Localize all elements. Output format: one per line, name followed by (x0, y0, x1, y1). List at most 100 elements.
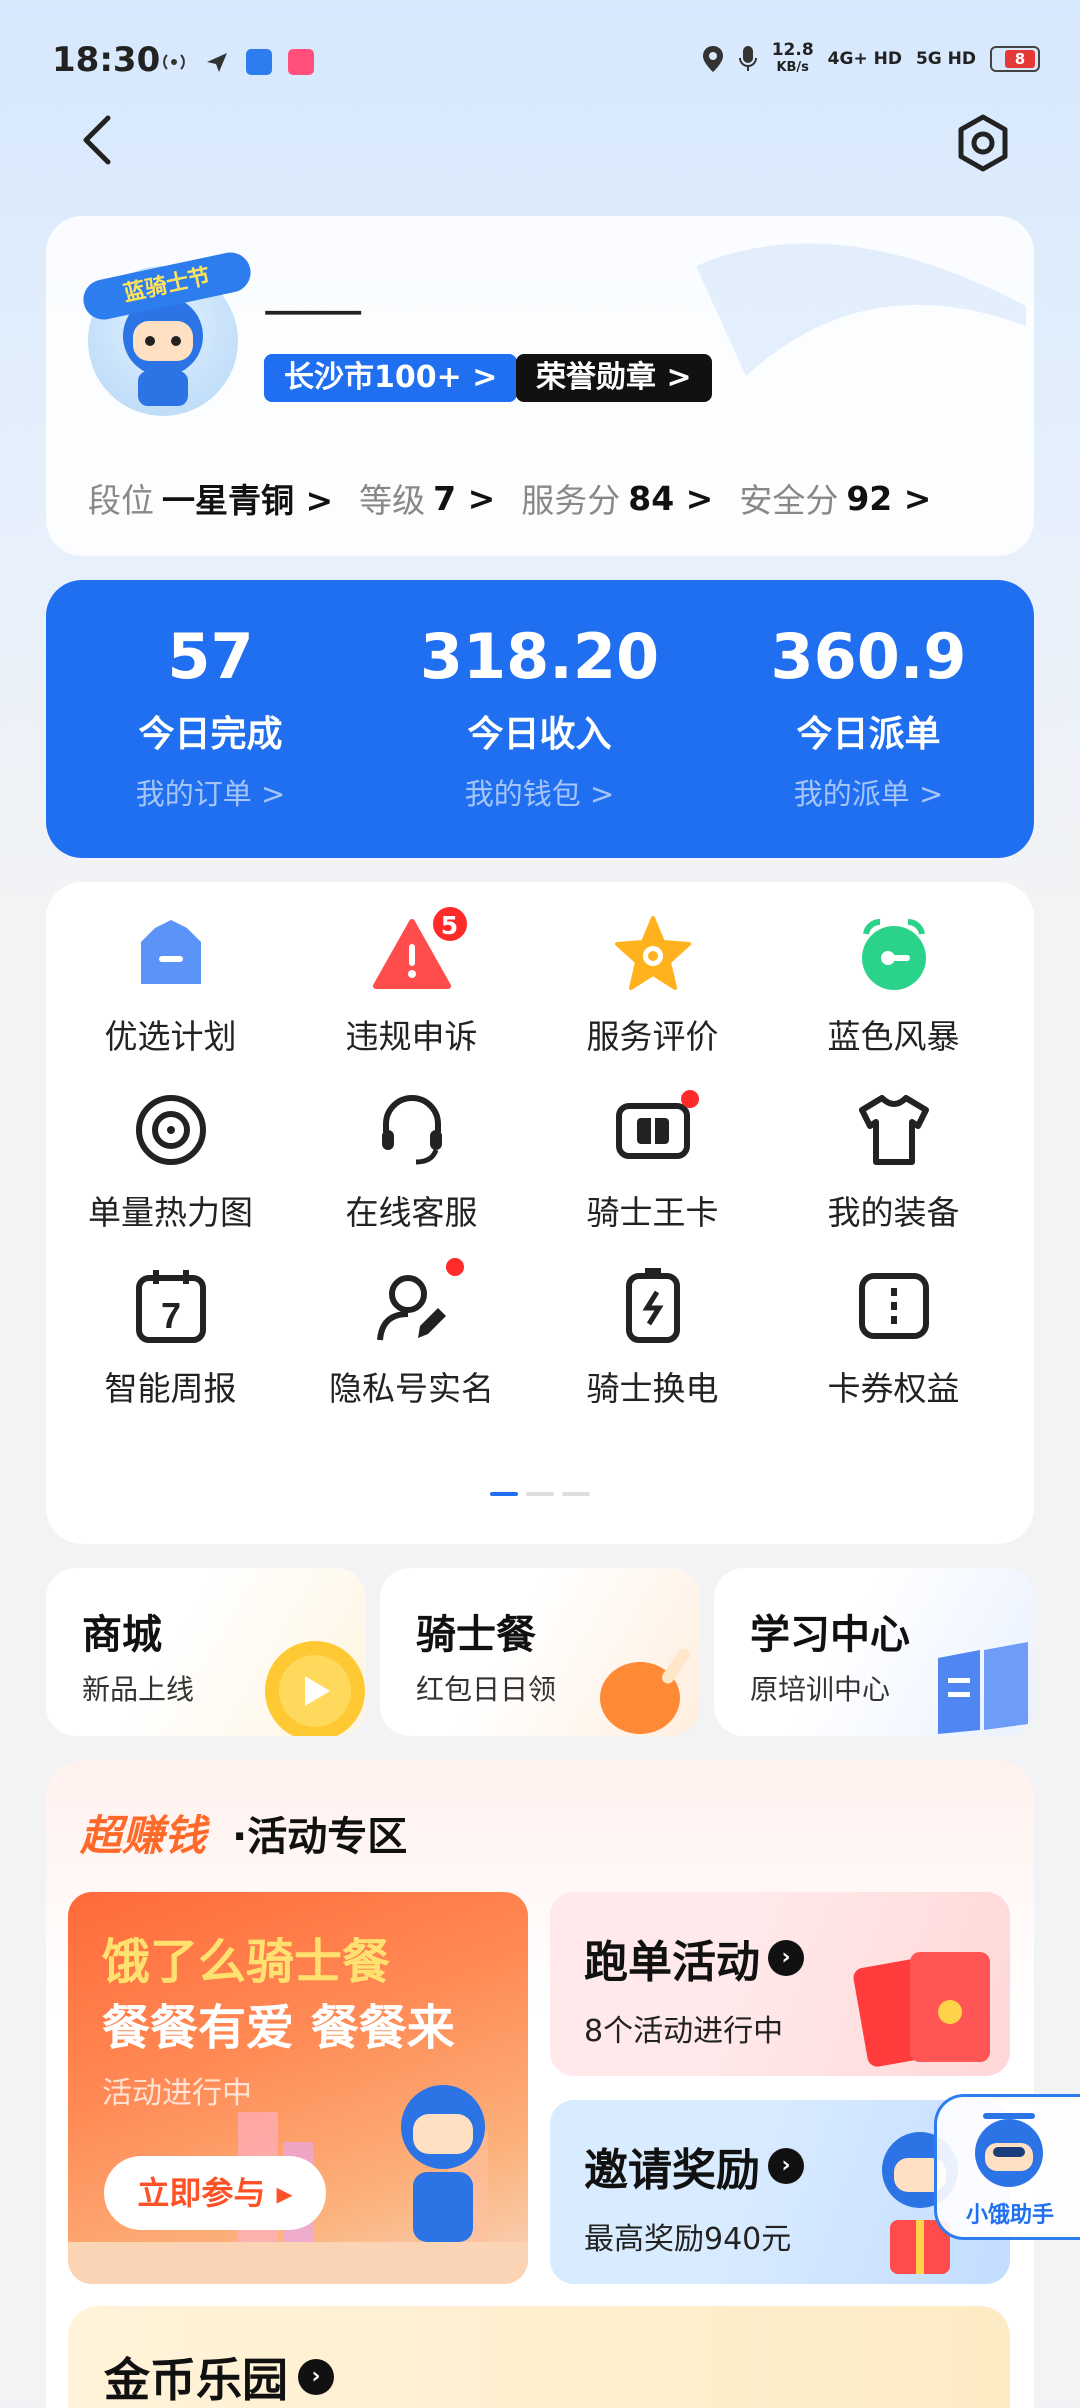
promo-status: 活动进行中 (102, 2076, 252, 2111)
chevron-right-icon: › (768, 2148, 804, 2184)
stat-key: 安全分 (739, 481, 839, 520)
today-completed[interactable]: 57 今日完成 我的订单 > (46, 580, 375, 858)
rider-mascot-icon (401, 2085, 485, 2242)
target-icon (135, 1095, 206, 1165)
shortcut-title: 商城 (82, 1612, 162, 1658)
stat-key: 段位 (88, 481, 154, 520)
grid-item-knight-card[interactable]: 骑士王卡 (532, 1058, 773, 1232)
my-wallet-link[interactable]: 我的钱包 > (375, 771, 704, 813)
grid-item-preferred-plan[interactable]: 优选计划 (50, 882, 291, 1056)
grid-item-label: 优选计划 (104, 1017, 237, 1056)
profile-card: 蓝骑士节 ⸻ 长沙市100+ > 荣誉勋章 > 段位 一星青铜 > 等级 7 > 服… (46, 216, 1034, 556)
pager-dot-active (490, 1492, 518, 1496)
battery-swap-icon (625, 1268, 680, 1343)
my-dispatch-link[interactable]: 我的派单 > (704, 771, 1033, 813)
status-right: 12.8 KB/s 4G+ HD 5G HD 8 (702, 42, 1040, 76)
today-completed-label: 今日完成 (138, 714, 283, 755)
location-icon (702, 46, 723, 72)
assistant-label: 小饿助手 (965, 2203, 1054, 2228)
gold-coin-icon (265, 1641, 365, 1736)
wing-decoration (696, 243, 1026, 376)
user-name: ⸻ (264, 288, 363, 334)
hot-money-label: 超赚钱 (80, 1811, 207, 1860)
grid-item-service-review[interactable]: 服务评价 (532, 882, 773, 1056)
today-dispatch-number: 360.9 (770, 620, 967, 693)
grid-item-label: 我的装备 (827, 1193, 960, 1232)
grid-item-battery-swap[interactable]: 骑士换电 (532, 1234, 773, 1408)
calendar-day: 7 (160, 1295, 180, 1336)
gold-park-title: 金币乐园 (104, 2353, 288, 2407)
shortcut-subtitle: 红包日日领 (416, 1673, 557, 1706)
network-2: 5G HD (915, 49, 976, 69)
activity-section-title: ·活动专区 (232, 1814, 408, 1860)
stat-value: 84 > (628, 478, 714, 518)
new-dot (680, 1090, 699, 1108)
promo-subtitle: 餐餐有爱 餐餐来 (102, 2000, 455, 2056)
net-speed: 12.8 (771, 40, 814, 60)
red-envelope-icon (853, 1952, 990, 2067)
coupon-icon (858, 1273, 929, 1339)
grid-item-label: 服务评价 (586, 1017, 719, 1056)
pager-dot (526, 1492, 554, 1496)
today-summary-card: 57 今日完成 我的订单 > 318.20 今日收入 我的钱包 > 360.9 … (46, 580, 1034, 858)
today-income-label: 今日收入 (467, 714, 612, 755)
shortcut-subtitle: 原培训中心 (750, 1673, 891, 1706)
stat-level[interactable]: 等级 7 > (359, 474, 495, 522)
today-dispatch-label: 今日派单 (796, 714, 941, 755)
net-speed-unit: KB/s (776, 60, 809, 75)
chevron-right-icon: › (298, 2359, 334, 2395)
stat-value: 92 > (846, 478, 932, 518)
settings-button[interactable] (952, 112, 1014, 174)
stat-rank[interactable]: 段位 一星青铜 > (88, 474, 333, 522)
star-icon (614, 916, 691, 990)
join-now-button[interactable]: 立即参与 ▸ (104, 2156, 326, 2230)
assistant-float-button[interactable]: 小饿助手 (934, 2094, 1080, 2240)
today-dispatch[interactable]: 360.9 今日派单 我的派单 > (704, 580, 1033, 858)
grid-item-coupons[interactable]: 卡券权益 (773, 1234, 1014, 1408)
status-time: 18:30 (52, 40, 161, 80)
back-button[interactable] (76, 112, 120, 168)
promo-title: 饿了么骑士餐 (102, 1934, 391, 1990)
run-activity-card[interactable]: 跑单活动 › 8个活动进行中 (550, 1892, 1010, 2076)
shortcut-knight-meal[interactable]: 骑士餐 红包日日领 (380, 1568, 700, 1736)
grid-item-blue-storm[interactable]: 蓝色风暴 (773, 882, 1014, 1056)
grid-item-heatmap[interactable]: 单量热力图 (50, 1058, 291, 1232)
city-rank-chip[interactable]: 长沙市100+ > (264, 354, 518, 402)
alarm-clock-icon (861, 918, 926, 990)
shortcut-mall[interactable]: 商城 新品上线 (46, 1568, 366, 1736)
status-bar: 18:30 12.8 KB/s 4G+ HD 5G HD 8 (0, 0, 1080, 120)
calendar-icon: 7 (135, 1270, 206, 1343)
grid-item-online-service[interactable]: 在线客服 (291, 1058, 532, 1232)
send-icon (207, 53, 227, 72)
run-activity-subtitle: 8个活动进行中 (584, 2014, 784, 2049)
stat-key: 等级 (359, 481, 426, 520)
grid-pager (490, 1492, 590, 1496)
shortcut-subtitle: 新品上线 (82, 1673, 195, 1706)
grid-item-label: 卡券权益 (827, 1369, 960, 1408)
grid-item-label: 单量热力图 (88, 1193, 253, 1232)
gold-park-card[interactable]: 金币乐园 › (68, 2306, 1010, 2408)
violation-count-badge: 5 (429, 904, 470, 944)
honor-badge-chip[interactable]: 荣誉勋章 > (516, 354, 712, 402)
knight-meal-promo-banner[interactable]: 饿了么骑士餐 餐餐有爱 餐餐来 活动进行中 立即参与 ▸ (68, 1892, 528, 2284)
shortcut-learning-center[interactable]: 学习中心 原培训中心 (714, 1568, 1034, 1736)
stat-value: 一星青铜 > (162, 481, 334, 520)
grid-item-label: 违规申诉 (345, 1017, 478, 1056)
robot-assistant-icon (975, 2113, 1043, 2187)
grid-item-privacy-realname[interactable]: 隐私号实名 (291, 1234, 532, 1408)
grid-item-my-equipment[interactable]: 我的装备 (773, 1058, 1014, 1232)
stat-safety-score[interactable]: 安全分 92 > (739, 474, 931, 522)
function-grid: 优选计划 5 违规申诉 服务评价 蓝色风暴 单量热力图 在线客服 骑士王卡 我的… (46, 882, 1034, 1544)
network-1: 4G+ HD (827, 49, 902, 69)
gold-park-title-row: 金币乐园 › (104, 2344, 334, 2408)
invite-title-row: 邀请奖励 › (584, 2134, 804, 2198)
today-income[interactable]: 318.20 今日收入 我的钱包 > (375, 580, 704, 858)
grid-item-weekly-report[interactable]: 7 智能周报 (50, 1234, 291, 1408)
tshirt-icon (858, 1095, 929, 1165)
chevron-right-icon: › (768, 1940, 804, 1976)
grid-item-violation-appeal[interactable]: 5 违规申诉 (291, 882, 532, 1056)
run-activity-title-row: 跑单活动 › (584, 1926, 804, 1990)
grid-item-label: 智能周报 (104, 1369, 237, 1408)
stat-service-score[interactable]: 服务分 84 > (521, 474, 713, 522)
my-orders-link[interactable]: 我的订单 > (46, 771, 375, 813)
